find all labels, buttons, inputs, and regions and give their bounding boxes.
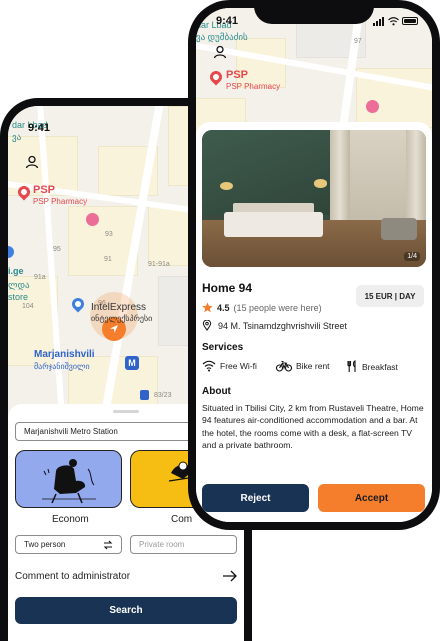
poi-metro-subtitle: მარჯანიშვილი — [34, 362, 90, 371]
class-label-econom: Econom — [52, 514, 89, 525]
user-icon — [25, 155, 39, 169]
about-text: Situated in Tbilisi City, 2 km from Rust… — [202, 403, 424, 450]
shop-pin-icon[interactable] — [366, 100, 379, 113]
armchair-illustration-icon — [42, 459, 96, 504]
address-row: 94 M. Tsinamdzghvrishvili Street — [202, 320, 347, 331]
service-item: Breakfast — [346, 360, 398, 373]
bank-pin-icon[interactable] — [69, 295, 87, 313]
guests-value: Two person — [24, 540, 66, 549]
map-label-3: store — [8, 292, 29, 302]
user-icon — [213, 45, 227, 59]
map-label-2: ლდა — [8, 280, 30, 290]
class-tile-econom[interactable] — [15, 450, 122, 508]
service-item: Free Wi-fi — [202, 360, 257, 372]
location-pin-icon — [202, 320, 212, 331]
poi-psp-subtitle: PSP Pharmacy — [226, 82, 281, 91]
service-item: Bike rent — [276, 360, 330, 372]
profile-button[interactable] — [20, 150, 44, 174]
store-pin-icon[interactable] — [8, 246, 14, 258]
house-number: 104 — [22, 303, 34, 310]
phone-notch — [254, 0, 374, 24]
house-number: 83/23 — [154, 392, 172, 399]
signal-icon — [373, 16, 385, 26]
profile-button[interactable] — [208, 40, 232, 64]
services-heading: Services — [202, 342, 244, 353]
house-number: 91a — [34, 274, 46, 281]
house-number: 93 — [105, 231, 113, 238]
metro-icon[interactable]: M — [125, 356, 139, 370]
class-label-comfort: Com — [171, 514, 193, 525]
room-type-field[interactable]: Private room — [130, 535, 237, 554]
map-district-label: ვა — [12, 132, 22, 142]
house-number: 95 — [53, 246, 61, 253]
poi-intelexpress-name: IntelExpress — [91, 302, 147, 313]
swap-icon — [103, 540, 113, 549]
pharmacy-pin-icon[interactable] — [207, 68, 225, 86]
front-phone: dar Lbad ვა დუმბაძის 97 95 PSP PSP Pharm… — [188, 0, 440, 530]
battery-icon — [402, 17, 418, 25]
house-number: 97 — [354, 38, 362, 45]
hotel-photo[interactable]: 1/4 — [202, 130, 426, 267]
sheet-handle[interactable] — [113, 410, 139, 413]
house-number: 91-91a — [148, 261, 170, 268]
address-text: 94 M. Tsinamdzghvrishvili Street — [218, 320, 347, 331]
poi-psp-name: PSP — [33, 184, 56, 196]
rating-row: 4.5 (15 people were here) — [202, 302, 322, 313]
status-icons — [373, 16, 418, 26]
shop-pin-icon[interactable] — [86, 213, 99, 226]
rating-value: 4.5 — [217, 302, 230, 313]
photo-counter: 1/4 — [404, 252, 420, 261]
house-number: 91 — [104, 256, 112, 263]
fork-knife-icon — [347, 360, 356, 372]
service-label: Breakfast — [362, 361, 398, 372]
hotel-name: Home 94 — [202, 281, 253, 295]
guests-field[interactable]: Two person — [15, 535, 122, 554]
poi-psp-name: PSP — [226, 69, 249, 81]
poi-intelexpress-subtitle: ინტელექსპრესი — [91, 314, 153, 323]
search-button[interactable]: Search — [15, 597, 237, 624]
wifi-icon — [202, 360, 216, 372]
star-icon — [202, 302, 213, 313]
review-count: (15 people were here) — [233, 302, 322, 313]
hotel-card: 1/4 Home 94 15 EUR | DAY 4.5 (15 people … — [196, 122, 432, 522]
service-label: Free Wi-fi — [220, 361, 257, 371]
wifi-status-icon — [388, 16, 399, 25]
bicycle-icon — [276, 360, 292, 372]
arrow-right-icon[interactable] — [222, 570, 238, 582]
map-label-1: i.ge — [8, 266, 24, 276]
price-badge: 15 EUR | DAY — [356, 285, 424, 307]
service-label: Bike rent — [296, 361, 330, 371]
bus-stop-icon[interactable] — [140, 390, 149, 400]
comment-label: Comment to administrator — [15, 571, 131, 582]
status-time: 9:41 — [216, 15, 239, 27]
poi-metro-name: Marjanishvili — [34, 349, 95, 360]
accept-button[interactable]: Accept — [318, 484, 425, 512]
about-heading: About — [202, 386, 231, 397]
reject-button[interactable]: Reject — [202, 484, 309, 512]
front-phone-screen: dar Lbad ვა დუმბაძის 97 95 PSP PSP Pharm… — [196, 8, 432, 522]
poi-psp-subtitle: PSP Pharmacy — [33, 197, 88, 206]
status-time: 9:41 — [28, 122, 51, 134]
